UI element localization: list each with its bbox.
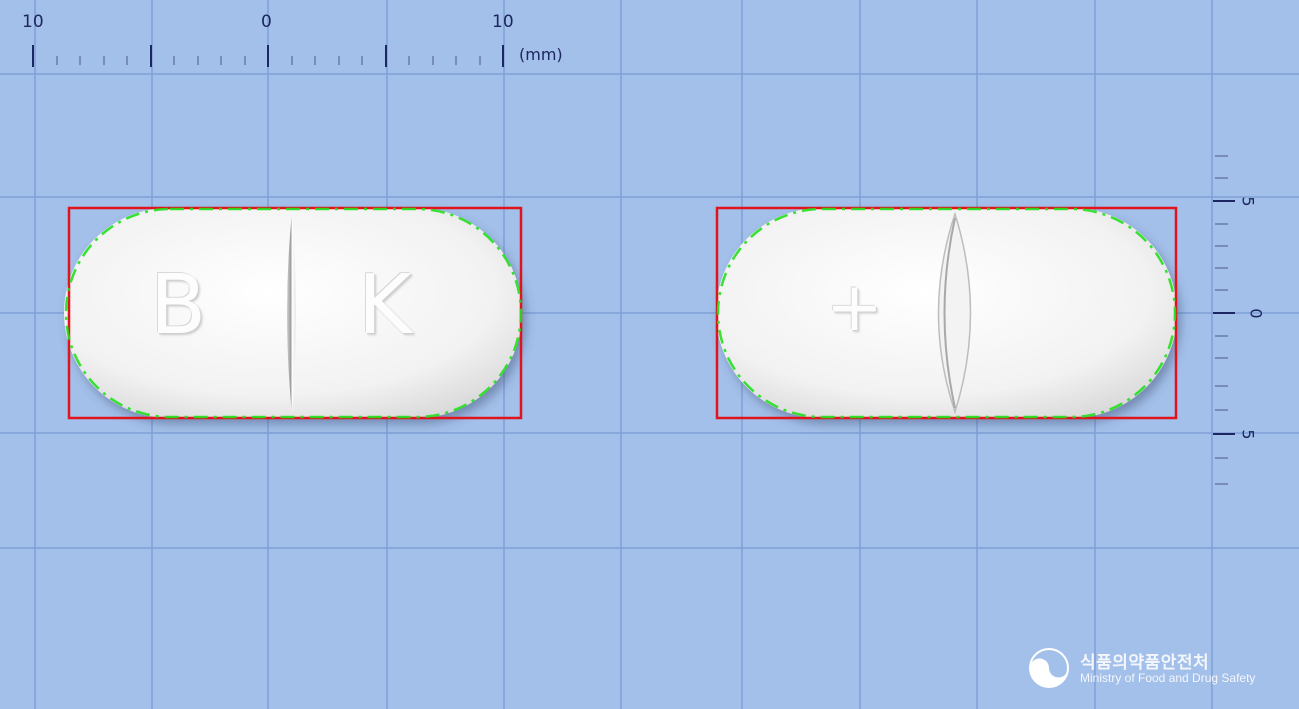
ruler-label-right: 10 (492, 12, 514, 32)
logo-english-text: Ministry of Food and Drug Safety (1080, 671, 1256, 685)
logo-korean-text: 식품의약품안전처 (1080, 653, 1210, 673)
tablet-back (715, 206, 1178, 420)
mfds-logo: 식품의약품안전처 Ministry of Food and Drug Safet… (1028, 646, 1268, 690)
vertical-ruler-label-bottom: 5 (1238, 429, 1258, 440)
vertical-ruler-label-top: 5 (1238, 196, 1258, 207)
ruler-label-left: 10 (22, 12, 44, 32)
horizontal-ruler (32, 45, 504, 67)
pill-identification-image: 10 0 10 (mm) 5 0 5 B K + 식품의약품안전처 Minist… (0, 0, 1299, 709)
ruler-label-zero: 0 (261, 12, 272, 32)
tablet-front (64, 206, 523, 420)
tablet-front-imprint-right: K (358, 258, 412, 353)
tablet-front-imprint-left: B (150, 258, 207, 353)
tablet-back-imprint-left: + (826, 268, 883, 347)
vertical-ruler-label-zero: 0 (1246, 308, 1266, 319)
vertical-ruler (1213, 155, 1235, 485)
scene (0, 0, 1299, 709)
ruler-unit-label: (mm) (519, 45, 563, 64)
